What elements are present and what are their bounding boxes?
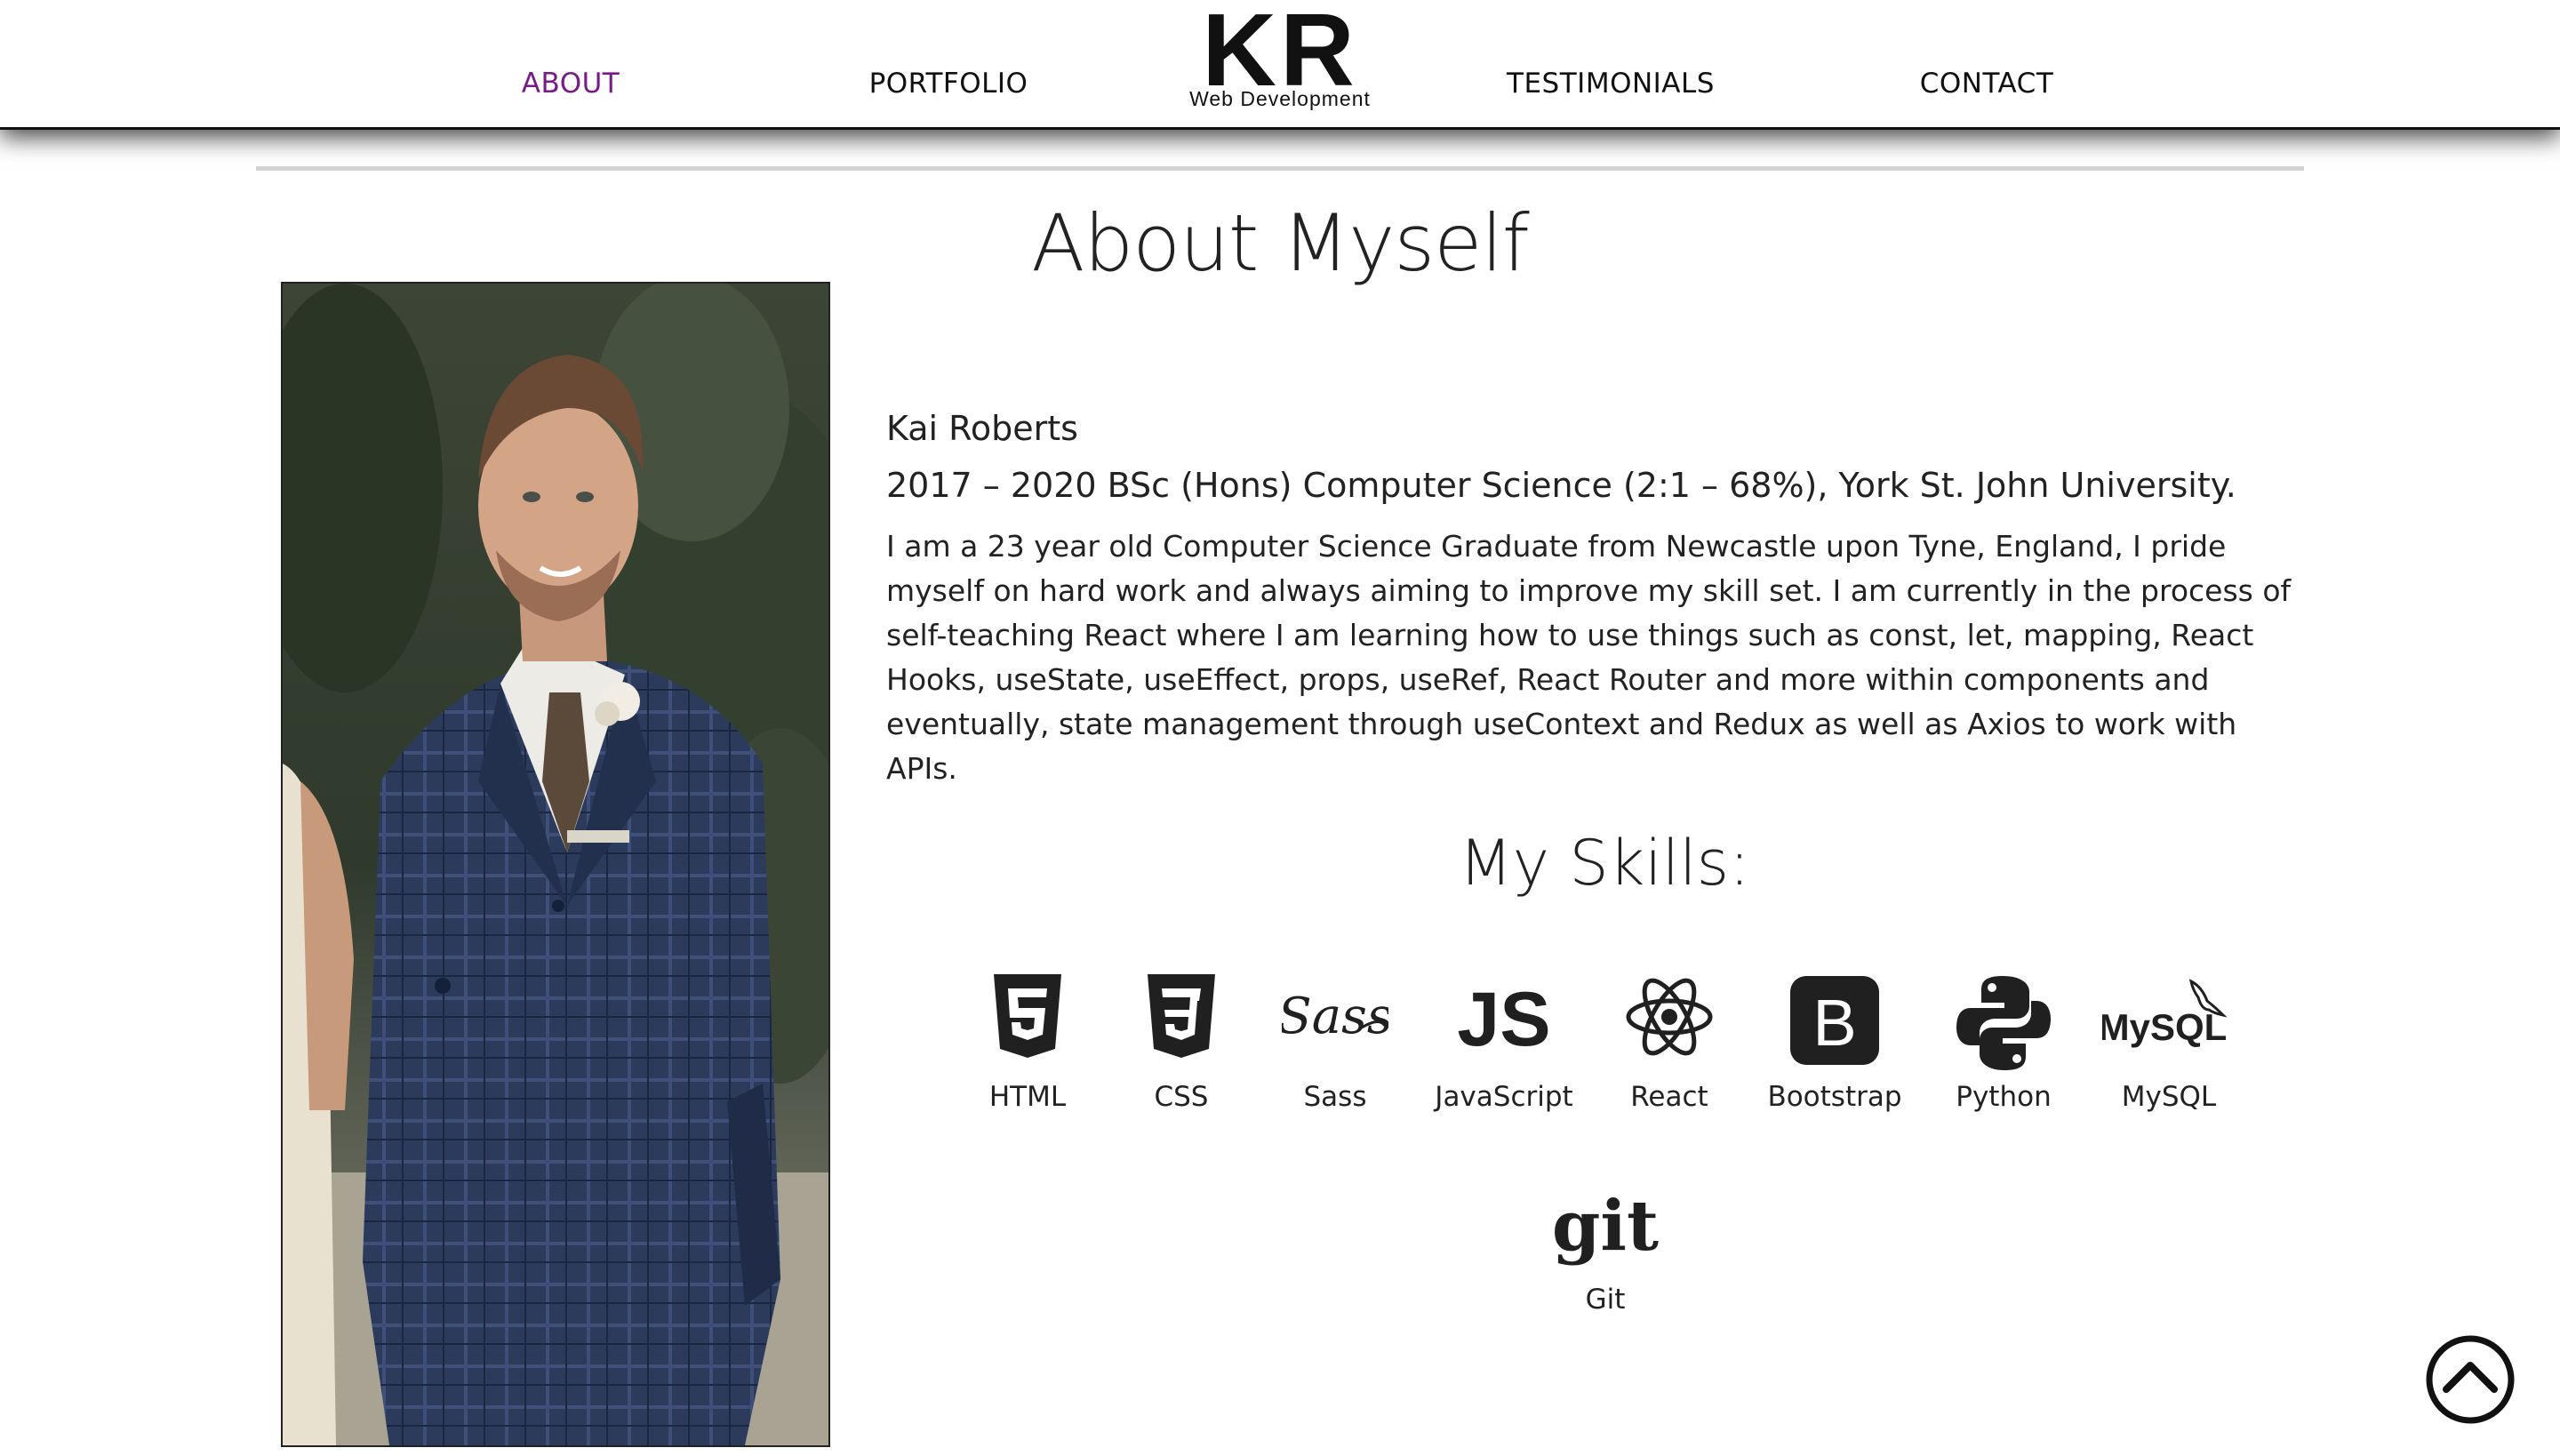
skill-mysql: MySQL MySQL bbox=[2089, 974, 2249, 1113]
sass-icon: Sass bbox=[1255, 974, 1415, 1072]
nav-portfolio-link[interactable]: PORTFOLIO bbox=[869, 68, 1028, 100]
skill-sass: Sass Sass bbox=[1255, 974, 1415, 1113]
chevron-up-circle-icon bbox=[2425, 1335, 2516, 1428]
git-glyph: git bbox=[1552, 1191, 1659, 1267]
skill-label: HTML bbox=[988, 1081, 1067, 1113]
mysql-icon: MySQL bbox=[2089, 974, 2249, 1072]
logo-mark: KR bbox=[1202, 0, 1358, 108]
bio-name: Kai Roberts bbox=[886, 409, 1078, 448]
skill-label: MySQL bbox=[2121, 1081, 2217, 1113]
skill-css: CSS bbox=[1101, 974, 1261, 1113]
skill-label: React bbox=[1630, 1081, 1708, 1113]
skill-git: git Git bbox=[1525, 1191, 1685, 1316]
html5-icon bbox=[948, 974, 1108, 1072]
nav-contact-link[interactable]: CONTACT bbox=[1920, 68, 2054, 100]
python-icon bbox=[1924, 974, 2084, 1072]
section-divider bbox=[256, 166, 2304, 171]
css3-icon bbox=[1101, 974, 1261, 1072]
skill-javascript: JS JavaScript bbox=[1424, 974, 1584, 1113]
skill-bootstrap: B Bootstrap bbox=[1755, 974, 1915, 1113]
skill-label: JavaScript bbox=[1435, 1081, 1573, 1113]
logo-tagline: Web Development bbox=[1189, 87, 1371, 110]
skill-react: React bbox=[1589, 974, 1749, 1113]
navbar: ABOUT PORTFOLIO KR Web Development TESTI… bbox=[0, 0, 2560, 130]
logo[interactable]: KR Web Development bbox=[1178, 0, 1382, 110]
git-icon: git bbox=[1525, 1191, 1685, 1289]
javascript-icon: JS bbox=[1424, 974, 1584, 1072]
nav-about-link[interactable]: ABOUT bbox=[522, 68, 620, 100]
bio-paragraph: I am a 23 year old Computer Science Grad… bbox=[886, 529, 2292, 786]
profile-photo bbox=[281, 282, 830, 1447]
bootstrap-icon: B bbox=[1755, 974, 1915, 1072]
scroll-to-top-button[interactable] bbox=[2425, 1334, 2556, 1425]
skills-title: My Skills: bbox=[1459, 827, 1750, 900]
skill-label: Sass bbox=[1303, 1081, 1367, 1113]
bootstrap-glyph: B bbox=[1812, 986, 1856, 1060]
sass-glyph: Sass bbox=[1282, 988, 1388, 1045]
react-icon bbox=[1589, 974, 1749, 1072]
skill-html: HTML bbox=[948, 974, 1108, 1113]
mysql-glyph: MySQL bbox=[2102, 1006, 2227, 1048]
nav-testimonials-link[interactable]: TESTIMONIALS bbox=[1507, 68, 1715, 100]
skill-label: Python bbox=[1956, 1081, 2052, 1113]
skill-python: Python bbox=[1924, 974, 2084, 1113]
skill-label: Bootstrap bbox=[1767, 1081, 1902, 1113]
skill-label: CSS bbox=[1154, 1081, 1209, 1113]
bio-degree: 2017 – 2020 BSc (Hons) Computer Science … bbox=[886, 466, 2236, 505]
page-title: About Myself bbox=[1031, 197, 1530, 289]
js-glyph: JS bbox=[1457, 977, 1550, 1060]
